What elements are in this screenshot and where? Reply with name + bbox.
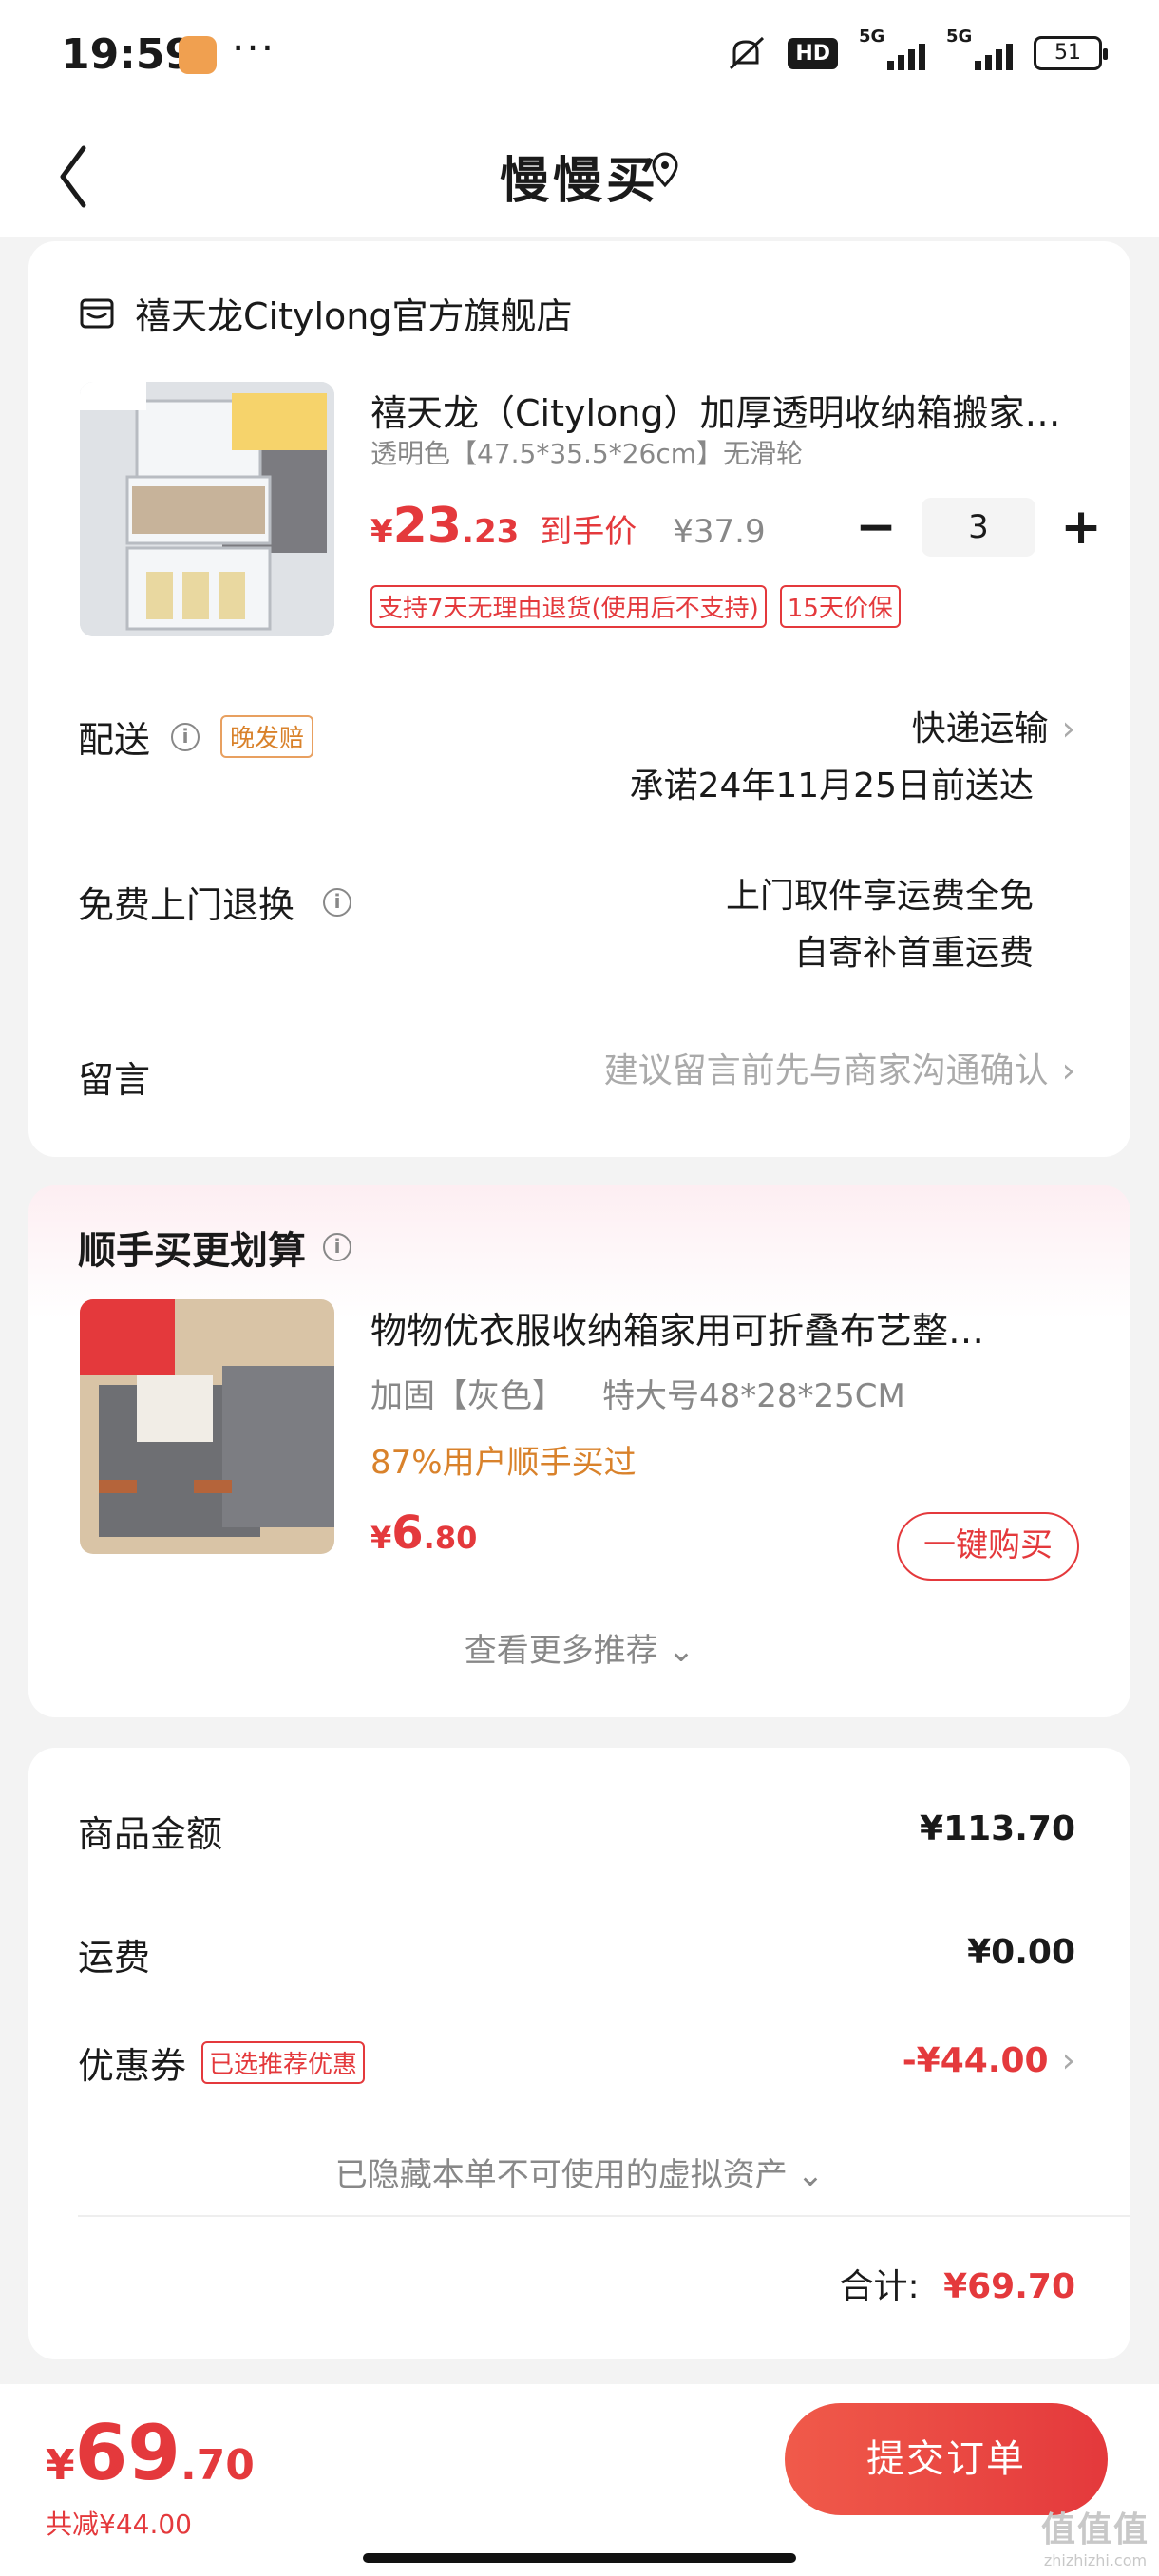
quantity-minus-button[interactable]: − — [855, 499, 897, 556]
info-icon[interactable]: i — [171, 722, 200, 751]
signal-icon: 5G — [859, 27, 925, 70]
recommend-image[interactable] — [80, 1299, 334, 1554]
goods-amount-label: 商品金额 — [78, 1813, 223, 1855]
more-notifications-icon: ··· — [232, 25, 276, 71]
summary-card: 商品金额 ¥113.70 运费 ¥0.00 优惠券 已选推荐优惠 -¥44.00… — [28, 1748, 1130, 2359]
chevron-right-icon: › — [1061, 1051, 1075, 1090]
store-icon — [80, 298, 114, 328]
quantity-plus-button[interactable]: + — [1060, 499, 1102, 556]
one-click-buy-button[interactable]: 一键购买 — [897, 1512, 1079, 1581]
mute-icon — [730, 36, 765, 70]
return-policy-tag: 支持7天无理由退货(使用后不支持) — [370, 585, 767, 628]
return-row: 免费上门退换 i — [78, 876, 352, 928]
message-label: 留言 — [78, 1059, 151, 1101]
shipping-value: ¥0.00 — [967, 1933, 1075, 1972]
divider — [78, 2215, 1130, 2217]
hd-badge: HD — [788, 37, 838, 69]
product-tags: 支持7天无理由退货(使用后不支持) 15天价保 — [370, 585, 901, 628]
quantity-stepper: − 3 + — [855, 498, 1102, 557]
delivery-label: 配送 — [78, 719, 151, 761]
submit-order-button[interactable]: 提交订单 — [785, 2403, 1108, 2515]
chevron-down-icon: ⌄ — [667, 1632, 695, 1670]
delivery-method: 快递运输 — [911, 710, 1049, 748]
late-compensation-badge: 晚发赔 — [220, 715, 314, 758]
price-protect-tag: 15天价保 — [779, 585, 901, 628]
more-recommend-button[interactable]: 查看更多推荐 ⌄ — [28, 1624, 1130, 1671]
return-line1: 上门取件享运费全免 — [725, 877, 1034, 916]
status-time: 19:59 — [61, 30, 195, 79]
total-row: 合计: ¥69.70 — [839, 2259, 1075, 2316]
page-title: 慢慢买 — [499, 153, 659, 210]
store-row[interactable]: 禧天龙Citylong官方旗舰店 — [78, 287, 573, 339]
info-icon[interactable]: i — [323, 887, 352, 917]
recommend-header: 顺手买更划算 i — [78, 1220, 352, 1275]
app-notification-icon — [179, 36, 217, 74]
bottom-bar: ¥ 69 .70 共减¥44.00 提交订单 值值值 zhizhizhi.com — [0, 2384, 1159, 2576]
delivery-info[interactable]: 快递运输 › 承诺24年11月25日前送达 — [630, 701, 1075, 815]
watermark: 值值值 zhizhizhi.com — [1040, 2510, 1150, 2569]
goods-amount-value: ¥113.70 — [920, 1809, 1075, 1848]
info-icon[interactable]: i — [323, 1233, 352, 1261]
location-icon[interactable] — [650, 152, 680, 188]
product-price: ¥ 23 .23 到手价 ¥37.9 — [370, 498, 766, 555]
return-info: 上门取件享运费全免 自寄补首重运费 — [726, 868, 1034, 982]
chevron-down-icon: ⌄ — [796, 2156, 825, 2194]
product-image[interactable] — [80, 382, 334, 636]
store-name: 禧天龙Citylong官方旗舰店 — [135, 295, 573, 337]
signal-icon-2: 5G — [946, 27, 1013, 70]
bottom-discount: 共减¥44.00 — [46, 2509, 192, 2540]
coupon-value[interactable]: -¥44.00 › — [902, 2033, 1075, 2090]
recommend-spec: 加固【灰色】 特大号48*28*25CM — [370, 1377, 905, 1415]
home-indicator[interactable] — [363, 2553, 796, 2563]
quantity-input[interactable]: 3 — [922, 498, 1036, 557]
recommend-price: ¥ 6 .80 — [370, 1506, 478, 1560]
bottom-price: ¥ 69 .70 — [46, 2409, 255, 2497]
message-input[interactable]: 建议留言前先与商家沟通确认 › — [604, 1043, 1075, 1100]
total-label: 合计: — [839, 2267, 920, 2306]
recommend-social: 87%用户顺手买过 — [370, 1444, 636, 1482]
product-spec[interactable]: 透明色【47.5*35.5*26cm】无滑轮 — [370, 433, 803, 471]
status-bar: 19:59 ··· HD 5G 5G 51 — [0, 0, 1159, 114]
chevron-right-icon: › — [1061, 2041, 1075, 2080]
coupon-row: 优惠券 已选推荐优惠 — [78, 2036, 366, 2089]
hidden-assets-toggle[interactable]: 已隐藏本单不可使用的虚拟资产 ⌄ — [28, 2149, 1130, 2195]
delivery-promise: 承诺24年11月25日前送达 — [629, 767, 1034, 805]
original-price: ¥37.9 — [673, 513, 766, 551]
recommend-product-title[interactable]: 物物优衣服收纳箱家用可折叠布艺整… — [370, 1301, 1092, 1354]
battery-icon: 51 — [1034, 36, 1108, 70]
status-icons: HD 5G 5G 51 — [725, 27, 1108, 72]
shipping-label: 运费 — [78, 1937, 151, 1979]
recommend-title: 顺手买更划算 — [78, 1229, 306, 1273]
total-value: ¥69.70 — [943, 2267, 1075, 2306]
nav-bar: 慢慢买 — [0, 114, 1159, 237]
return-line2: 自寄补首重运费 — [793, 934, 1034, 973]
product-title[interactable]: 禧天龙（Citylong）加厚透明收纳箱搬家… — [370, 384, 1092, 436]
delivery-row: 配送 i 晚发赔 — [78, 710, 314, 763]
chevron-right-icon: › — [1061, 710, 1075, 748]
order-card: 禧天龙Citylong官方旗舰店 禧天龙（Citylong）加厚透明收纳箱搬家…… — [28, 241, 1130, 1157]
recommend-card: 顺手买更划算 i 物物优衣服收纳箱家用可折叠布艺整… 加固【灰色】 特大号48*2… — [28, 1185, 1130, 1717]
coupon-label: 优惠券 — [78, 2045, 187, 2087]
coupon-badge: 已选推荐优惠 — [201, 2041, 366, 2084]
return-label: 免费上门退换 — [78, 884, 295, 926]
